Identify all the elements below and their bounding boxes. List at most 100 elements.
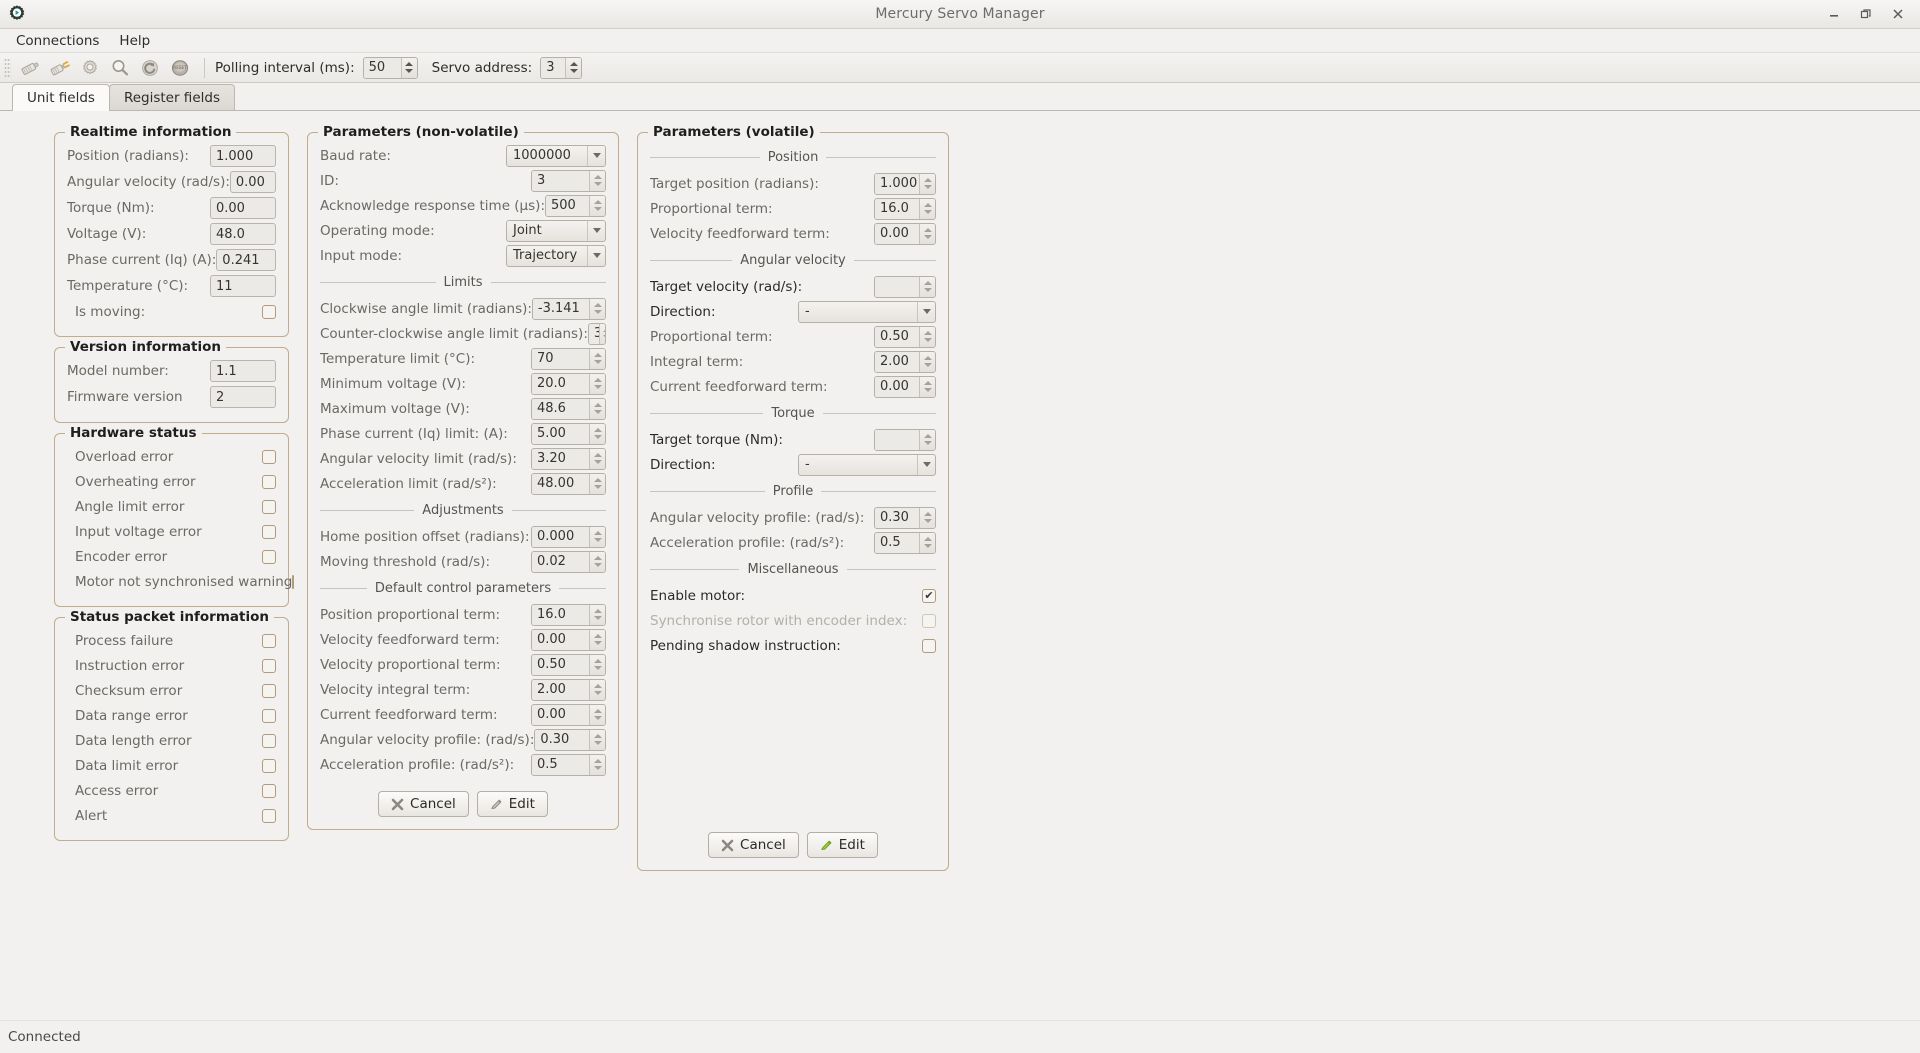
counter-clockwise-angle-limit-stepper[interactable] [598, 323, 605, 344]
disconnect-plug-icon[interactable] [46, 55, 74, 81]
chevron-down-icon[interactable] [917, 454, 935, 475]
velocity-current-feedforward-spin[interactable]: 0.00 [874, 375, 936, 398]
polling-interval-input[interactable]: 50 [362, 56, 418, 79]
tab-unit-fields[interactable]: Unit fields [12, 84, 110, 111]
position-proportional-term-stepper[interactable] [589, 604, 605, 625]
angular-velocity-direction-combo[interactable]: - [798, 300, 936, 323]
access-error-checkbox[interactable] [262, 783, 276, 798]
target-position-stepper[interactable] [919, 173, 935, 194]
phase-current-limit-stepper[interactable] [589, 423, 605, 444]
position-velocity-feedforward-stepper[interactable] [919, 223, 935, 244]
id-stepper[interactable] [589, 170, 605, 191]
data-limit-error-checkbox[interactable] [262, 758, 276, 773]
refresh-icon[interactable] [136, 55, 164, 81]
default-acceleration-profile-stepper[interactable] [589, 754, 605, 775]
alert-checkbox[interactable] [262, 808, 276, 823]
minimum-voltage-spin[interactable]: 20.0 [531, 372, 606, 395]
chevron-down-icon[interactable] [587, 220, 605, 241]
torque-direction-combo[interactable]: - [798, 453, 936, 476]
target-torque-stepper[interactable] [919, 429, 935, 450]
moving-threshold-stepper[interactable] [589, 551, 605, 572]
velocity-current-feedforward-stepper[interactable] [919, 376, 935, 397]
velocity-feedforward-term-spin[interactable]: 0.00 [531, 628, 606, 651]
encoder-error-checkbox[interactable] [262, 549, 276, 564]
toolbar-grip[interactable] [4, 57, 11, 78]
position-proportional-term-spin[interactable]: 16.0 [531, 603, 606, 626]
minimum-voltage-stepper[interactable] [589, 373, 605, 394]
is-moving-checkbox[interactable] [262, 304, 276, 319]
maximum-voltage-stepper[interactable] [589, 398, 605, 419]
home-position-offset-spin[interactable]: 0.000 [531, 525, 606, 548]
input-voltage-error-checkbox[interactable] [262, 524, 276, 539]
position-velocity-feedforward-spin[interactable]: 0.00 [874, 222, 936, 245]
overheating-error-checkbox[interactable] [262, 474, 276, 489]
angle-limit-error-checkbox[interactable] [262, 499, 276, 514]
connect-cable-icon[interactable] [16, 55, 44, 81]
clockwise-angle-limit-stepper[interactable] [589, 298, 605, 319]
velocity-proportional-spin[interactable]: 0.50 [874, 325, 936, 348]
motor-not-synchronised-warning-checkbox[interactable] [292, 574, 295, 589]
acceleration-limit-stepper[interactable] [589, 473, 605, 494]
process-failure-checkbox[interactable] [262, 633, 276, 648]
temperature-limit-spin[interactable]: 70 [531, 347, 606, 370]
profile-angular-velocity-spin[interactable]: 0.30 [874, 506, 936, 529]
data-length-error-checkbox[interactable] [262, 733, 276, 748]
default-angular-velocity-profile-stepper[interactable] [589, 729, 605, 750]
velocity-proportional-term-spin[interactable]: 0.50 [531, 653, 606, 676]
target-velocity-spin[interactable] [874, 275, 936, 298]
servo-address-stepper[interactable] [565, 57, 582, 78]
profile-angular-velocity-stepper[interactable] [919, 507, 935, 528]
acknowledge-response-time-stepper[interactable] [589, 195, 605, 216]
clockwise-angle-limit-spin[interactable]: -3.141 [531, 297, 606, 320]
target-position-spin[interactable]: 1.000 [874, 172, 936, 195]
target-velocity-stepper[interactable] [919, 276, 935, 297]
chevron-down-icon[interactable] [587, 145, 605, 166]
angular-velocity-limit-stepper[interactable] [589, 448, 605, 469]
phase-current-limit-spin[interactable]: 5.00 [531, 422, 606, 445]
nonvolatile-cancel-button[interactable]: Cancel [378, 791, 469, 817]
overload-error-checkbox[interactable] [262, 449, 276, 464]
target-torque-spin[interactable] [874, 428, 936, 451]
current-feedforward-term-spin[interactable]: 0.00 [531, 703, 606, 726]
chevron-down-icon[interactable] [917, 301, 935, 322]
moving-threshold-spin[interactable]: 0.02 [531, 550, 606, 573]
instruction-error-checkbox[interactable] [262, 658, 276, 673]
chevron-down-icon[interactable] [587, 245, 605, 266]
enable-motor-checkbox[interactable]: ✔ [922, 588, 936, 603]
default-acceleration-profile-spin[interactable]: 0.5 [531, 753, 606, 776]
acceleration-limit-spin[interactable]: 48.00 [531, 472, 606, 495]
settings-gear-icon[interactable] [76, 55, 104, 81]
polling-interval-stepper[interactable] [400, 57, 417, 78]
pending-shadow-instruction-checkbox[interactable] [922, 638, 936, 653]
data-range-error-checkbox[interactable] [262, 708, 276, 723]
input-mode-combo[interactable]: Trajectory [506, 244, 606, 267]
maximum-voltage-spin[interactable]: 48.6 [531, 397, 606, 420]
minimize-button[interactable] [1826, 6, 1842, 22]
temperature-limit-stepper[interactable] [589, 348, 605, 369]
baud-rate-combo[interactable]: 1000000 [506, 144, 606, 167]
profile-acceleration-stepper[interactable] [919, 532, 935, 553]
search-icon[interactable] [106, 55, 134, 81]
acknowledge-response-time-spin[interactable]: 500 [545, 194, 606, 217]
menu-connections[interactable]: Connections [8, 31, 107, 51]
close-button[interactable] [1890, 6, 1906, 22]
profile-acceleration-spin[interactable]: 0.5 [874, 531, 936, 554]
velocity-integral-spin[interactable]: 2.00 [874, 350, 936, 373]
operating-mode-combo[interactable]: Joint [506, 219, 606, 242]
counter-clockwise-angle-limit-spin[interactable]: 3.141 [587, 322, 606, 345]
checksum-error-checkbox[interactable] [262, 683, 276, 698]
nonvolatile-edit-button[interactable]: Edit [476, 791, 548, 817]
default-angular-velocity-profile-spin[interactable]: 0.30 [534, 728, 606, 751]
velocity-integral-stepper[interactable] [919, 351, 935, 372]
angular-velocity-limit-spin[interactable]: 3.20 [531, 447, 606, 470]
velocity-feedforward-term-stepper[interactable] [589, 629, 605, 650]
reset-icon[interactable]: RESET [166, 55, 194, 81]
position-proportional-stepper[interactable] [919, 198, 935, 219]
id-spin[interactable]: 3 [531, 169, 606, 192]
volatile-edit-button[interactable]: Edit [806, 832, 878, 858]
servo-address-input[interactable]: 3 [540, 56, 583, 79]
current-feedforward-term-stepper[interactable] [589, 704, 605, 725]
velocity-integral-term-spin[interactable]: 2.00 [531, 678, 606, 701]
volatile-cancel-button[interactable]: Cancel [708, 832, 799, 858]
home-position-offset-stepper[interactable] [589, 526, 605, 547]
